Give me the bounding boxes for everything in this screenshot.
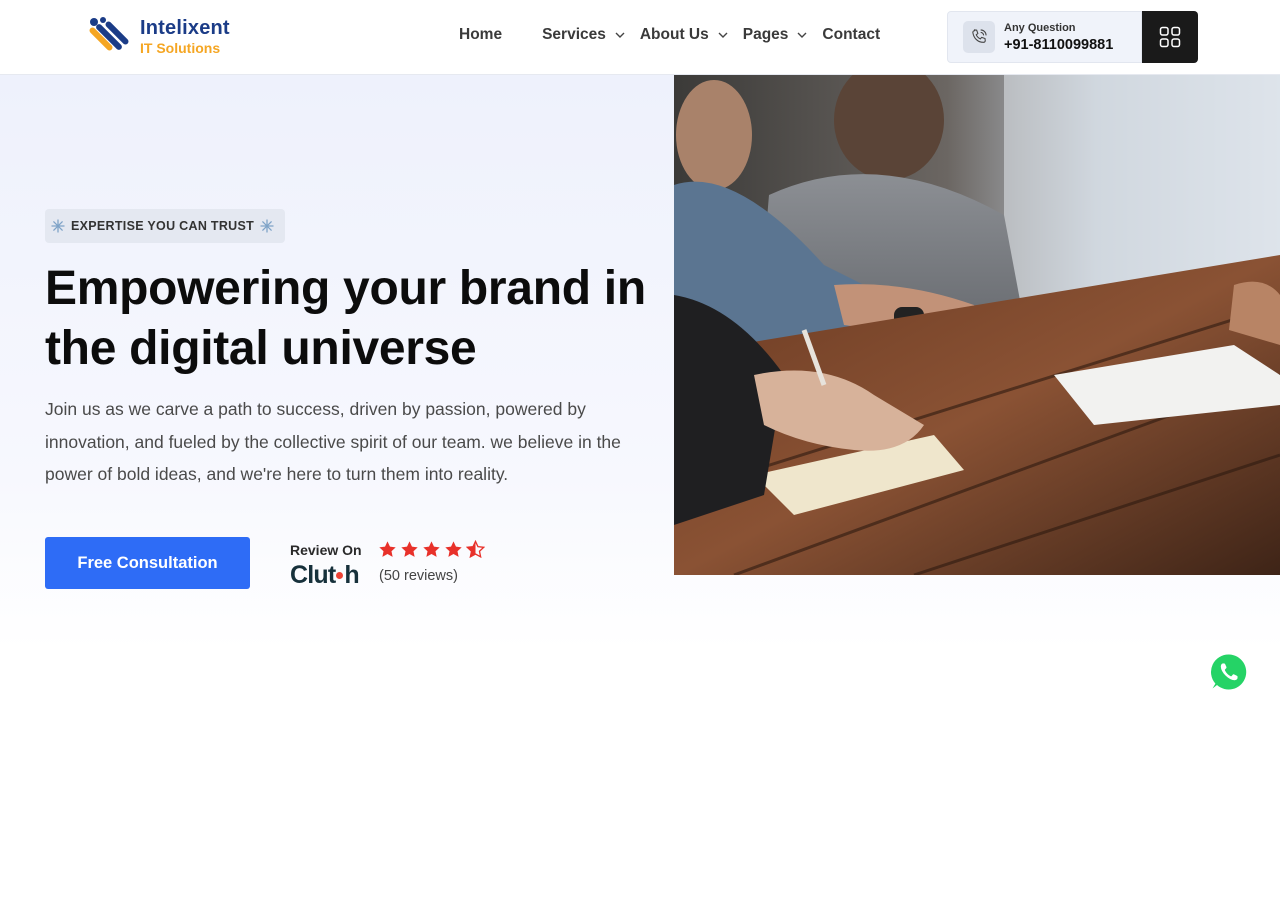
star-icon [423, 541, 440, 557]
grid-icon [1159, 26, 1181, 48]
nav-pages-label: Pages [742, 26, 789, 43]
site-header: Intelixent IT Solutions Home Services Ab… [0, 0, 1280, 75]
nav-contact-label: Contact [822, 26, 881, 43]
logo-mark-icon [89, 17, 129, 51]
star-icon [379, 541, 396, 557]
contact-phone-box[interactable]: Any Question +91-8110099881 [947, 11, 1142, 63]
hero-title: Empowering your brand in the digital uni… [45, 262, 646, 375]
whatsapp-icon [1208, 651, 1249, 692]
nav-about-us[interactable]: About Us [640, 26, 729, 44]
brand-name: Intelixent [140, 16, 230, 39]
review-label: Review On [290, 542, 362, 558]
hero-team-photo [674, 75, 1280, 575]
star-icon [401, 541, 418, 557]
nav-about-us-label: About Us [639, 26, 709, 43]
review-count: (50 reviews) [379, 568, 458, 584]
contact-label: Any Question [1004, 21, 1076, 34]
brand-logo[interactable]: Intelixent IT Solutions [88, 16, 230, 56]
free-consultation-button[interactable]: Free Consultation [45, 537, 250, 589]
hero-badge-text: EXPERTISE YOU CAN TRUST [71, 219, 255, 233]
clutch-logo: Clut h [290, 561, 360, 589]
menu-grid-button[interactable] [1142, 11, 1198, 63]
nav-home-label: Home [459, 26, 503, 43]
phone-icon [963, 21, 995, 53]
nav-contact[interactable]: Contact [822, 26, 880, 44]
hero-description: Join us as we carve a path to success, d… [45, 399, 621, 484]
team-meeting-image [674, 75, 1280, 575]
brand-tagline: IT Solutions [140, 39, 221, 56]
contact-phone-number[interactable]: +91-8110099881 [1004, 37, 1113, 53]
rating-stars [378, 540, 485, 559]
nav-pages[interactable]: Pages [743, 26, 809, 44]
sparkle-icon [51, 219, 65, 233]
nav-services[interactable]: Services [542, 26, 626, 44]
nav-services-label: Services [542, 26, 606, 43]
whatsapp-button[interactable] [1205, 648, 1253, 696]
clutch-review[interactable]: Review On Clut h (50 reviews) [290, 540, 500, 590]
chevron-down-icon [718, 32, 728, 38]
star-half-icon [466, 540, 485, 559]
main-nav: Home Services About Us Pages Contact [459, 26, 880, 44]
chevron-down-icon [615, 32, 625, 38]
star-icon [445, 541, 462, 557]
hero-badge: EXPERTISE YOU CAN TRUST [45, 209, 286, 243]
sparkle-icon [260, 219, 274, 233]
chevron-down-icon [797, 32, 807, 38]
nav-home[interactable]: Home [459, 26, 502, 44]
